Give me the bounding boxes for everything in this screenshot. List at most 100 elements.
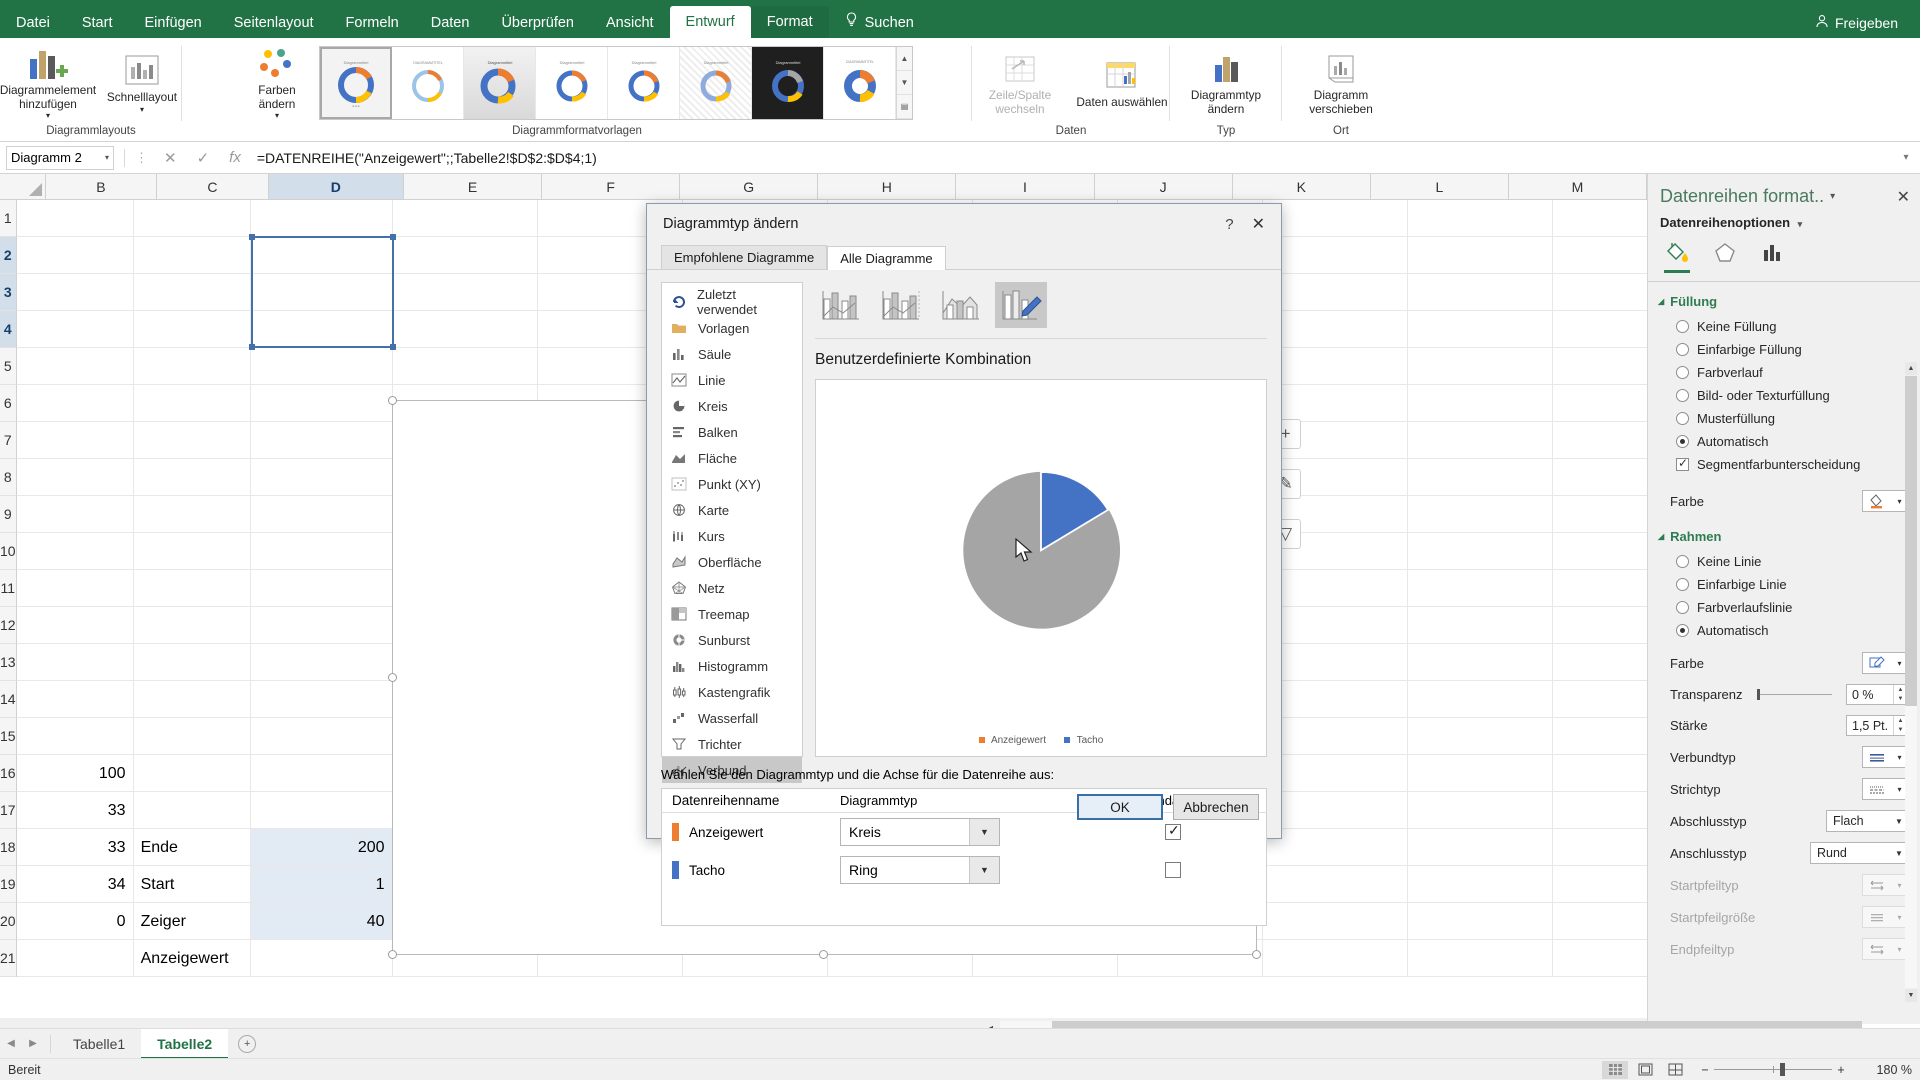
pane-options-caret[interactable]: ▾ [1830, 191, 1835, 202]
transparency-slider[interactable] [1756, 689, 1832, 700]
chart-style-item-4[interactable]: Diagrammtitel [536, 46, 608, 119]
dash-type-button[interactable]: ▾ [1862, 778, 1908, 800]
ribbon-tab-einfuegen[interactable]: Einfügen [128, 8, 217, 38]
chart-resize-handle-tl[interactable] [387, 396, 397, 405]
ok-button[interactable]: OK [1077, 794, 1163, 820]
chart-type-item-netz[interactable]: Netz [662, 575, 802, 601]
cell-K19[interactable] [1263, 274, 1408, 310]
cell-K10[interactable] [1263, 607, 1408, 643]
add-sheet-button[interactable]: + [238, 1034, 257, 1053]
add-chart-element-caret[interactable]: ▾ [46, 111, 50, 120]
normal-view-button[interactable] [1602, 1060, 1628, 1079]
cell-D12[interactable] [251, 533, 393, 569]
cell-C1[interactable]: Anzeigewert [134, 940, 251, 976]
compound-type-button[interactable]: ▾ [1862, 746, 1908, 768]
cell-C5[interactable] [134, 792, 251, 828]
cell-C18[interactable] [134, 311, 251, 347]
cell-B9[interactable] [17, 644, 134, 680]
cell-C11[interactable] [134, 570, 251, 606]
cell-L5[interactable] [1408, 792, 1553, 828]
cell-B5[interactable]: 33 [17, 792, 134, 828]
chart-style-item-7[interactable]: Diagrammtitel [752, 46, 824, 119]
gallery-expand[interactable]: ▤ [897, 94, 912, 119]
cell-L21[interactable] [1408, 200, 1553, 236]
row-header-6[interactable]: 6 [0, 385, 17, 422]
cell-L17[interactable] [1408, 348, 1553, 384]
select-data-button[interactable]: Daten auswählen [1074, 52, 1170, 114]
cell-M15[interactable] [1553, 422, 1647, 458]
pane-scrollbar[interactable]: ▲ ▼ [1905, 362, 1917, 1002]
dash-type-caret[interactable]: ▾ [1897, 785, 1901, 794]
cell-D21[interactable] [251, 200, 393, 236]
cell-D5[interactable] [251, 792, 393, 828]
ribbon-tab-suchen[interactable]: Suchen [829, 8, 930, 38]
page-break-view-button[interactable] [1662, 1061, 1688, 1079]
ribbon-tab-entwurf[interactable]: Entwurf [669, 6, 751, 38]
cell-K1[interactable] [1263, 940, 1408, 976]
cell-L16[interactable] [1408, 385, 1553, 421]
chevron-down-icon[interactable]: ▼ [969, 857, 999, 883]
cell-L10[interactable] [1408, 607, 1553, 643]
row-header-2[interactable]: 2 [0, 237, 17, 274]
cell-M20[interactable] [1553, 237, 1647, 273]
pane-scroll-thumb[interactable] [1905, 376, 1917, 706]
cell-L1[interactable] [1408, 940, 1553, 976]
cell-K5[interactable] [1263, 792, 1408, 828]
cell-K3[interactable] [1263, 866, 1408, 902]
join-type-combo[interactable]: Rund ▼ [1810, 842, 1908, 864]
cell-C4[interactable]: Ende [134, 829, 251, 865]
cell-K11[interactable] [1263, 570, 1408, 606]
cell-C8[interactable] [134, 681, 251, 717]
cell-D10[interactable] [251, 607, 393, 643]
border-option-einfarbige-linie[interactable]: Einfarbige Linie [1648, 573, 1920, 596]
fill-option-automatisch[interactable]: Automatisch [1648, 430, 1920, 453]
expand-formula-bar-button[interactable]: ▾ [1892, 152, 1920, 163]
cell-E19[interactable] [393, 274, 538, 310]
chart-type-item-kastengrafik[interactable]: Kastengrafik [662, 679, 802, 705]
change-chart-type-button[interactable]: Diagrammtyp ändern [1176, 45, 1276, 120]
cell-C17[interactable] [134, 348, 251, 384]
cell-C21[interactable] [134, 200, 251, 236]
chart-resize-handle-ml[interactable] [387, 672, 397, 682]
cell-B4[interactable]: 33 [17, 829, 134, 865]
cell-D2[interactable]: 40 [250, 903, 393, 939]
cell-C9[interactable] [134, 644, 251, 680]
cell-M3[interactable] [1553, 866, 1647, 902]
cell-L19[interactable] [1408, 274, 1553, 310]
gallery-scroll-up[interactable]: ▲ [897, 46, 912, 71]
cell-L2[interactable] [1408, 903, 1553, 939]
cell-L8[interactable] [1408, 681, 1553, 717]
cancel-formula-icon[interactable]: ✕ [164, 149, 177, 167]
cell-C6[interactable] [134, 755, 251, 791]
chart-type-item-punkt-xy[interactable]: Punkt (XY) [662, 471, 802, 497]
transparency-spinner[interactable]: 0 % ▲ ▼ [1846, 684, 1908, 705]
cell-D1[interactable] [251, 940, 393, 976]
cell-D13[interactable] [251, 496, 393, 532]
cell-B6[interactable]: 100 [17, 755, 134, 791]
fill-color-button[interactable]: ▾ [1862, 490, 1908, 512]
cell-B13[interactable] [17, 496, 134, 532]
subtype-stacked-area-clustered-column[interactable] [935, 282, 987, 328]
fill-option-einfarbig[interactable]: Einfarbige Füllung [1648, 338, 1920, 361]
cell-K9[interactable] [1263, 644, 1408, 680]
cell-D3[interactable]: 1 [250, 866, 393, 902]
cell-M19[interactable] [1553, 274, 1647, 310]
cell-L13[interactable] [1408, 496, 1553, 532]
name-box-caret[interactable]: ▾ [105, 153, 109, 162]
column-header-J[interactable]: J [1094, 174, 1233, 199]
chart-type-item-karte[interactable]: Karte [662, 497, 802, 523]
cell-K21[interactable] [1263, 200, 1408, 236]
cell-D20[interactable] [251, 237, 393, 273]
cell-L7[interactable] [1408, 718, 1553, 754]
pane-subtitle[interactable]: Datenreihenoptionen ▾ [1648, 213, 1920, 236]
dialog-tab-alle-diagramme[interactable]: Alle Diagramme [827, 246, 946, 270]
border-section-header[interactable]: ◢ Rahmen [1648, 517, 1920, 550]
chart-style-item-1[interactable]: Diagrammtitel ■ ■ ■ [320, 46, 392, 119]
cell-B10[interactable] [17, 607, 134, 643]
pane-subtitle-caret[interactable]: ▾ [1798, 219, 1803, 229]
cell-K4[interactable] [1263, 829, 1408, 865]
fill-color-caret[interactable]: ▾ [1897, 497, 1901, 506]
row-header-5[interactable]: 5 [0, 348, 17, 385]
row-header-7[interactable]: 7 [0, 422, 17, 459]
row-header-12[interactable]: 12 [0, 607, 17, 644]
